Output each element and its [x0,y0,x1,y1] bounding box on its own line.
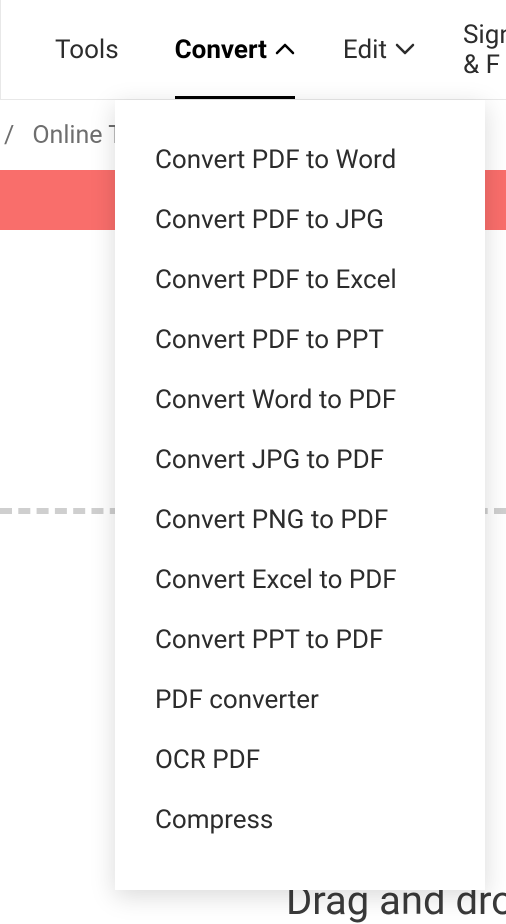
dropdown-item-pdf-to-excel[interactable]: Convert PDF to Excel [115,250,485,310]
dropdown-item-jpg-to-pdf[interactable]: Convert JPG to PDF [115,430,485,490]
nav-convert-label: Convert [175,35,267,65]
nav-edit-label: Edit [343,35,387,65]
dropdown-item-compress[interactable]: Compress [115,790,485,850]
dropdown-item-word-to-pdf[interactable]: Convert Word to PDF [115,370,485,430]
nav-tools-label: Tools [55,35,119,65]
dropdown-item-excel-to-pdf[interactable]: Convert Excel to PDF [115,550,485,610]
chevron-down-icon [395,41,415,59]
dropdown-item-pdf-to-word[interactable]: Convert PDF to Word [115,130,485,190]
nav-convert[interactable]: Convert [151,0,319,99]
dropdown-item-ppt-to-pdf[interactable]: Convert PPT to PDF [115,610,485,670]
chevron-up-icon [275,41,295,59]
nav-bar: Tools Convert Edit Sign & F [0,0,506,100]
dropdown-item-pdf-converter[interactable]: PDF converter [115,670,485,730]
dropdown-item-pdf-to-ppt[interactable]: Convert PDF to PPT [115,310,485,370]
breadcrumb-separator: / [4,121,14,150]
nav-edit[interactable]: Edit [319,0,439,99]
dropdown-item-png-to-pdf[interactable]: Convert PNG to PDF [115,490,485,550]
dropdown-item-pdf-to-jpg[interactable]: Convert PDF to JPG [115,190,485,250]
nav-sign-label: Sign & F [463,20,506,80]
dropdown-item-ocr-pdf[interactable]: OCR PDF [115,730,485,790]
nav-sign[interactable]: Sign & F [439,0,506,99]
convert-dropdown: Convert PDF to Word Convert PDF to JPG C… [115,100,485,890]
nav-tools[interactable]: Tools [31,0,151,99]
